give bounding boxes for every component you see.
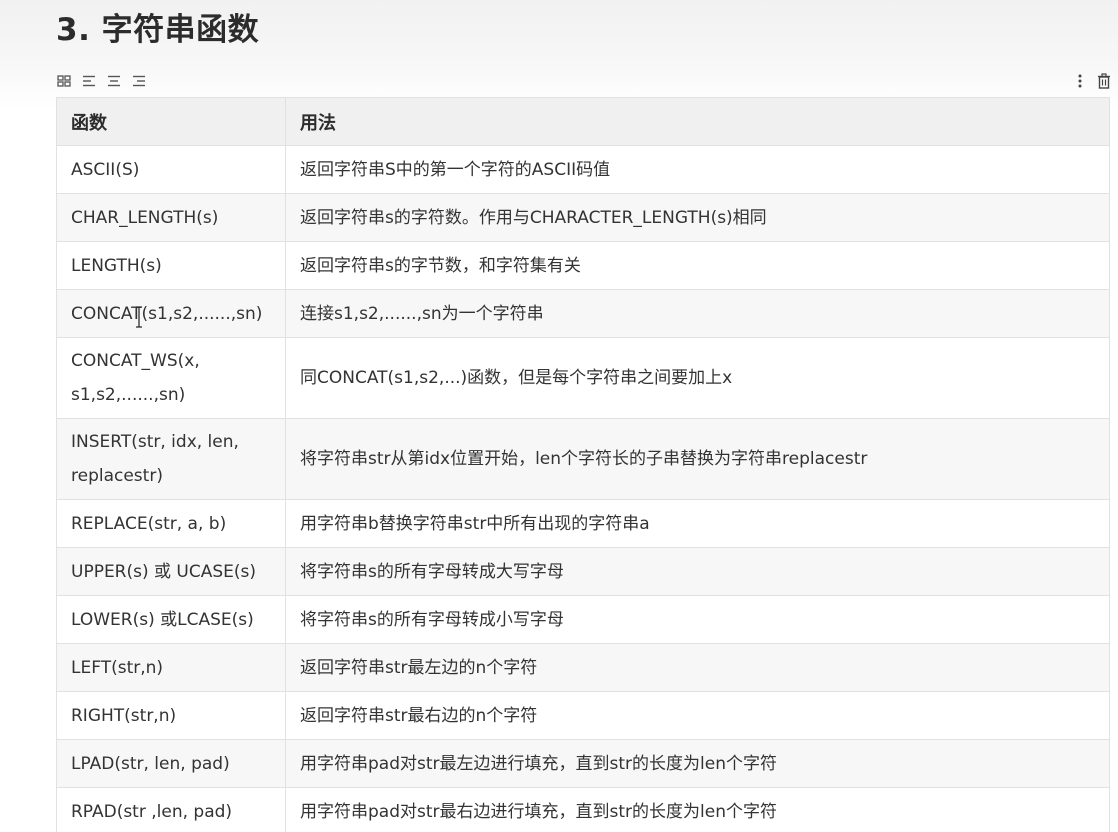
table-row: LEFT(str,n) 返回字符串str最左边的n个字符 — [56, 643, 1110, 692]
align-left-icon[interactable] — [81, 72, 97, 90]
header-function: 函数 — [56, 97, 286, 146]
function-cell[interactable]: INSERT(str, idx, len, replacestr) — [56, 418, 286, 500]
table-row: RPAD(str ,len, pad) 用字符串pad对str最右边进行填充，直… — [56, 787, 1110, 832]
header-usage: 用法 — [285, 97, 1110, 146]
trash-icon[interactable] — [1096, 72, 1112, 90]
usage-cell[interactable]: 将字符串str从第idx位置开始，len个字符长的子串替换为字符串replace… — [285, 418, 1110, 500]
usage-cell[interactable]: 用字符串pad对str最右边进行填充，直到str的长度为len个字符 — [285, 787, 1110, 832]
table-row: LPAD(str, len, pad) 用字符串pad对str最左边进行填充，直… — [56, 739, 1110, 788]
table-grid-icon[interactable] — [56, 72, 72, 90]
usage-cell[interactable]: 返回字符串str最右边的n个字符 — [285, 691, 1110, 740]
table-row: UPPER(s) 或 UCASE(s) 将字符串s的所有字母转成大写字母 — [56, 547, 1110, 596]
table-toolbar — [56, 72, 1112, 92]
usage-cell[interactable]: 返回字符串S中的第一个字符的ASCII码值 — [285, 145, 1110, 194]
usage-cell[interactable]: 用字符串pad对str最左边进行填充，直到str的长度为len个字符 — [285, 739, 1110, 788]
function-cell[interactable]: REPLACE(str, a, b) — [56, 499, 286, 548]
string-functions-table: 函数 用法 ASCII(S) 返回字符串S中的第一个字符的ASCII码值 CHA… — [56, 97, 1110, 832]
align-center-icon[interactable] — [106, 72, 122, 90]
function-cell[interactable]: RIGHT(str,n) — [56, 691, 286, 740]
more-vertical-icon[interactable] — [1072, 72, 1088, 90]
section-heading: 3. 字符串函数 — [56, 12, 260, 48]
function-cell[interactable]: LEFT(str,n) — [56, 643, 286, 692]
function-cell[interactable]: CHAR_LENGTH(s) — [56, 193, 286, 242]
usage-cell[interactable]: 同CONCAT(s1,s2,...)函数，但是每个字符串之间要加上x — [285, 337, 1110, 419]
function-cell[interactable]: LOWER(s) 或LCASE(s) — [56, 595, 286, 644]
function-cell[interactable]: CONCAT(s1,s2,......,sn) — [56, 289, 286, 338]
function-cell[interactable]: RPAD(str ,len, pad) — [56, 787, 286, 832]
function-cell[interactable]: CONCAT_WS(x, s1,s2,......,sn) — [56, 337, 286, 419]
usage-cell[interactable]: 将字符串s的所有字母转成小写字母 — [285, 595, 1110, 644]
table-row: CONCAT_WS(x, s1,s2,......,sn) 同CONCAT(s1… — [56, 337, 1110, 419]
table-row: ASCII(S) 返回字符串S中的第一个字符的ASCII码值 — [56, 145, 1110, 194]
usage-cell[interactable]: 用字符串b替换字符串str中所有出现的字符串a — [285, 499, 1110, 548]
page: 3. 字符串函数 函数 用法 ASCII(S) 返回字符串S中的第一个字符的AS… — [0, 0, 1118, 832]
usage-cell[interactable]: 将字符串s的所有字母转成大写字母 — [285, 547, 1110, 596]
table-row: LENGTH(s) 返回字符串s的字节数，和字符集有关 — [56, 241, 1110, 290]
table-row: LOWER(s) 或LCASE(s) 将字符串s的所有字母转成小写字母 — [56, 595, 1110, 644]
table-row: INSERT(str, idx, len, replacestr) 将字符串st… — [56, 418, 1110, 500]
table-toolbar-left — [56, 72, 147, 90]
function-cell[interactable]: ASCII(S) — [56, 145, 286, 194]
usage-cell[interactable]: 返回字符串str最左边的n个字符 — [285, 643, 1110, 692]
align-right-icon[interactable] — [131, 72, 147, 90]
function-cell[interactable]: LPAD(str, len, pad) — [56, 739, 286, 788]
table-row: CONCAT(s1,s2,......,sn) 连接s1,s2,......,s… — [56, 289, 1110, 338]
table-row: REPLACE(str, a, b) 用字符串b替换字符串str中所有出现的字符… — [56, 499, 1110, 548]
table-row: CHAR_LENGTH(s) 返回字符串s的字符数。作用与CHARACTER_L… — [56, 193, 1110, 242]
function-cell[interactable]: UPPER(s) 或 UCASE(s) — [56, 547, 286, 596]
table-header-row: 函数 用法 — [56, 97, 1110, 146]
table-row: RIGHT(str,n) 返回字符串str最右边的n个字符 — [56, 691, 1110, 740]
usage-cell[interactable]: 返回字符串s的字节数，和字符集有关 — [285, 241, 1110, 290]
table-toolbar-right — [1072, 72, 1112, 90]
usage-cell[interactable]: 返回字符串s的字符数。作用与CHARACTER_LENGTH(s)相同 — [285, 193, 1110, 242]
usage-cell[interactable]: 连接s1,s2,......,sn为一个字符串 — [285, 289, 1110, 338]
function-cell[interactable]: LENGTH(s) — [56, 241, 286, 290]
